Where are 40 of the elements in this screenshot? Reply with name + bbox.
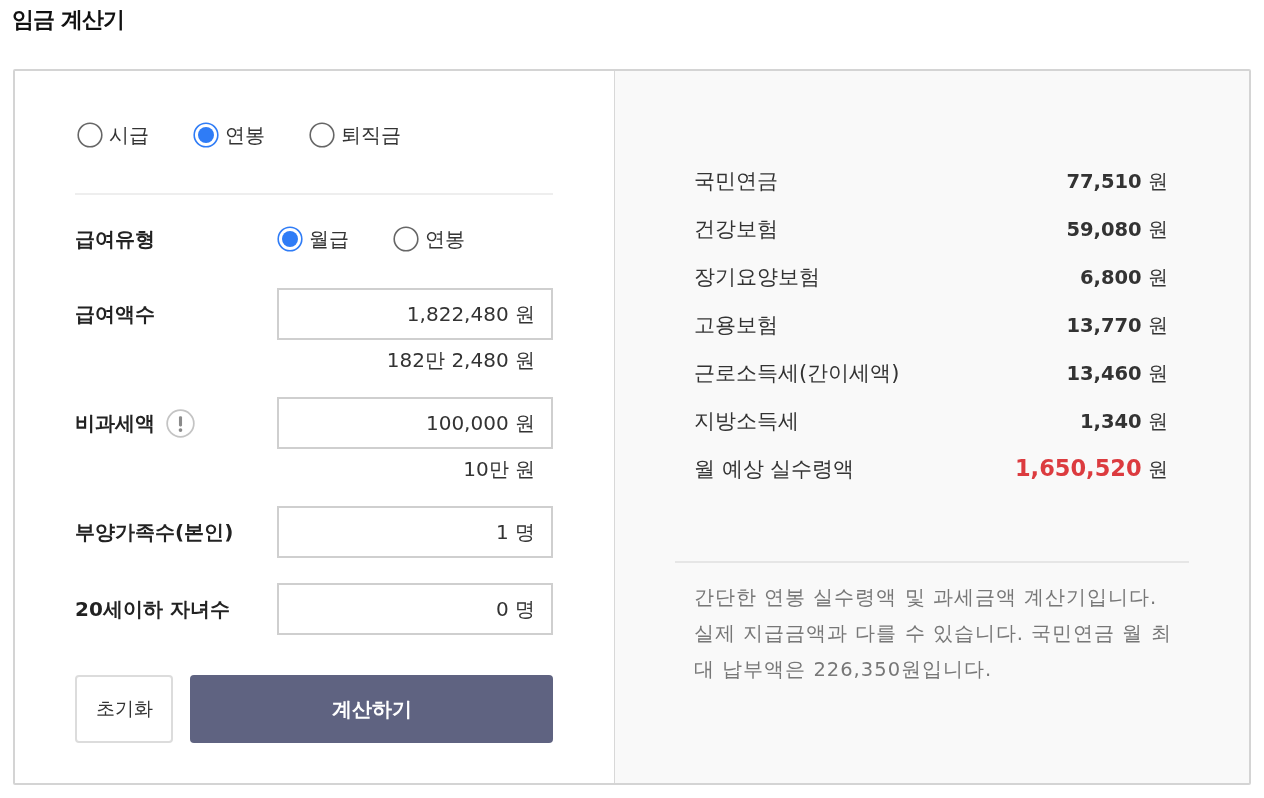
result-label: 건강보험 (694, 216, 778, 243)
result-label: 지방소득세 (694, 408, 799, 435)
result-label: 장기요양보험 (694, 264, 820, 291)
reset-button[interactable]: 초기화 (75, 675, 173, 743)
net-pay-amount: 1,650,520 원 (1014, 455, 1168, 483)
field-label: 20세이하 자녀수 (75, 595, 230, 623)
deduction-amount: 6,800 원 (1079, 263, 1168, 291)
radio-option[interactable]: 퇴직금 (309, 120, 401, 150)
result-label: 고용보험 (694, 312, 778, 339)
field-label: 부양가족수(본인) (75, 518, 234, 546)
result-label: 근로소득세(간이세액) (694, 360, 900, 387)
deduction-amount: 59,080 원 (1066, 215, 1168, 243)
input-field[interactable]: 0 명 (277, 583, 553, 635)
amount-hint: 10만 원 (462, 457, 536, 481)
field-label: 비과세액 (75, 409, 155, 437)
field-label: 급여유형 (75, 225, 155, 253)
deduction-amount: 13,460 원 (1066, 359, 1168, 387)
result-label: 국민연금 (694, 168, 778, 195)
radio-option[interactable]: 시급 (77, 120, 149, 150)
radio-option[interactable]: 연봉 (393, 224, 465, 254)
input-field[interactable]: 1,822,480 원 (277, 288, 553, 340)
radio-icon[interactable] (77, 122, 103, 148)
deduction-amount: 1,340 원 (1079, 407, 1168, 435)
input-field[interactable]: 100,000 원 (277, 397, 553, 449)
info-icon[interactable] (166, 408, 195, 438)
note-text: 간단한 연봉 실수령액 및 과세금액 계산기입니다. 실제 지급금액과 다를 수 있습니다. 국민연금 월 최대 납부액은 226,350원입니다. (694, 585, 1173, 683)
radio-option[interactable]: 월급 (277, 224, 349, 254)
radio-option[interactable]: 연봉 (193, 120, 265, 150)
deduction-amount: 77,510 원 (1066, 167, 1168, 195)
radio-icon[interactable] (309, 122, 335, 148)
input-field[interactable]: 1 명 (277, 506, 553, 558)
calculate-button[interactable]: 계산하기 (190, 675, 553, 743)
radio-icon[interactable] (393, 226, 419, 252)
radio-icon[interactable] (193, 122, 219, 148)
page-title: 임금 계산기 (12, 6, 124, 34)
result-label: 월 예상 실수령액 (694, 456, 855, 483)
amount-hint: 182만 2,480 원 (385, 348, 536, 372)
deduction-amount: 13,770 원 (1066, 311, 1168, 339)
radio-icon[interactable] (277, 226, 303, 252)
field-label: 급여액수 (75, 300, 155, 328)
